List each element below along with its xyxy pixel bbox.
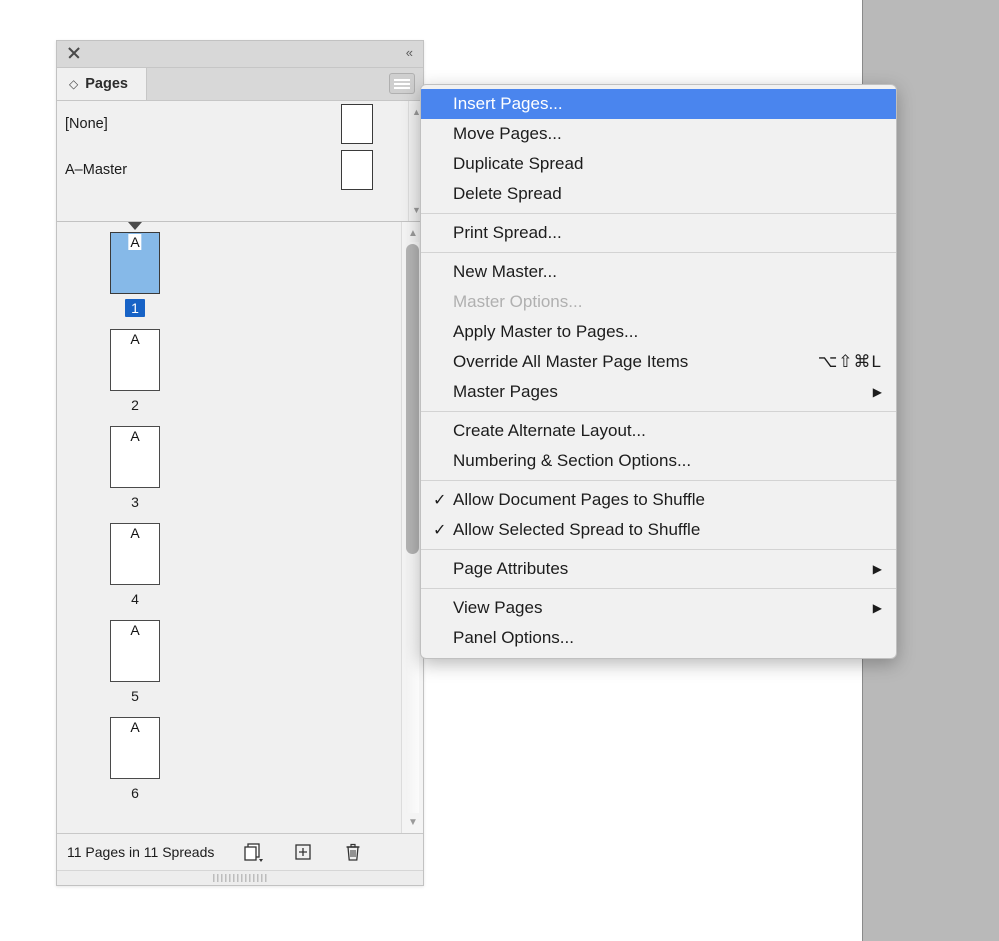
menu-separator <box>421 411 896 412</box>
edit-page-size-icon[interactable] <box>242 841 264 863</box>
page-item[interactable]: A 6 <box>85 717 185 802</box>
menu-item-label: Create Alternate Layout... <box>453 421 646 440</box>
page-item[interactable]: A 4 <box>85 523 185 608</box>
page-number: 5 <box>131 688 139 704</box>
page-item[interactable]: A 2 <box>85 329 185 414</box>
page-number: 6 <box>131 785 139 801</box>
panel-resize-grip[interactable] <box>57 870 423 885</box>
master-item-a-master[interactable]: A–Master <box>57 147 423 193</box>
menu-separator <box>421 549 896 550</box>
lozenge-icon: ◇ <box>69 77 79 91</box>
menu-item-shortcut: ⌥⇧⌘L <box>817 352 882 371</box>
menu-item[interactable]: Apply Master to Pages... <box>421 317 896 347</box>
menu-item-label: Override All Master Page Items <box>453 352 689 371</box>
page-item[interactable]: A 3 <box>85 426 185 511</box>
masters-list: [None] A–Master ▲ ▼ <box>57 101 423 222</box>
pages-panel: « ◇ Pages [None] A–Master ▲ ▼ A 1 A 2 A … <box>56 40 424 886</box>
scrollbar-thumb[interactable] <box>406 244 419 554</box>
menu-item[interactable]: ✓ Allow Selected Spread to Shuffle <box>421 515 896 545</box>
menu-separator <box>421 588 896 589</box>
master-thumbnail[interactable] <box>341 150 373 190</box>
menu-separator <box>421 252 896 253</box>
menu-separator <box>421 480 896 481</box>
master-item-none[interactable]: [None] <box>57 101 423 147</box>
menu-item-label: Duplicate Spread <box>453 154 584 173</box>
page-thumbnail[interactable]: A <box>110 232 160 294</box>
menu-item[interactable]: Move Pages... <box>421 119 896 149</box>
page-master-letter: A <box>128 719 142 735</box>
pages-list: A 1 A 2 A 3 A 4 A 5 A 6 <box>57 222 401 833</box>
menu-item[interactable]: Create Alternate Layout... <box>421 416 896 446</box>
menu-item[interactable]: ✓ Allow Document Pages to Shuffle <box>421 485 896 515</box>
submenu-arrow-icon: ▶ <box>872 601 882 615</box>
menu-item[interactable]: Delete Spread <box>421 179 896 209</box>
close-icon[interactable] <box>67 46 81 60</box>
menu-item[interactable]: Insert Pages... <box>421 89 896 119</box>
collapse-panel-icon[interactable]: « <box>403 45 415 61</box>
menu-item-label: Print Spread... <box>453 223 562 242</box>
page-item[interactable]: A 1 <box>85 222 185 317</box>
page-thumbnail[interactable]: A <box>110 717 160 779</box>
tab-pages[interactable]: ◇ Pages <box>57 68 147 100</box>
trash-icon[interactable] <box>342 841 364 863</box>
hamburger-icon[interactable] <box>389 73 415 94</box>
menu-item-label: Numbering & Section Options... <box>453 451 692 470</box>
menu-item-label: Allow Selected Spread to Shuffle <box>453 520 701 539</box>
page-master-letter: A <box>128 622 142 638</box>
page-thumbnail[interactable]: A <box>110 329 160 391</box>
pages-panel-context-menu: Insert Pages... Move Pages... Duplicate Sp… <box>420 84 897 659</box>
page-number: 4 <box>131 591 139 607</box>
check-icon: ✓ <box>433 492 447 509</box>
menu-item-label: Allow Document Pages to Shuffle <box>453 490 705 509</box>
page-number: 1 <box>125 299 145 317</box>
menu-item-label: New Master... <box>453 262 557 281</box>
pages-list-area: A 1 A 2 A 3 A 4 A 5 A 6 ▲ ▼ <box>57 222 423 833</box>
new-page-icon[interactable] <box>292 841 314 863</box>
master-name: A–Master <box>65 162 128 178</box>
menu-separator <box>421 213 896 214</box>
menu-item[interactable]: Override All Master Page Items ⌥⇧⌘L <box>421 347 896 377</box>
submenu-arrow-icon: ▶ <box>872 385 882 399</box>
master-thumbnail[interactable] <box>341 104 373 144</box>
check-icon: ✓ <box>433 522 447 539</box>
page-master-letter: A <box>128 525 142 541</box>
menu-item[interactable]: Master Pages ▶ <box>421 377 896 407</box>
selected-spread-marker-icon <box>128 222 142 230</box>
menu-item[interactable]: Duplicate Spread <box>421 149 896 179</box>
page-thumbnail[interactable]: A <box>110 620 160 682</box>
panel-tabstrip: ◇ Pages <box>57 68 423 101</box>
menu-item-label: Delete Spread <box>453 184 562 203</box>
page-count-label: 11 Pages in 11 Spreads <box>67 844 215 860</box>
page-item[interactable]: A 5 <box>85 620 185 705</box>
scroll-down-icon[interactable]: ▼ <box>402 815 423 829</box>
menu-item-label: Move Pages... <box>453 124 562 143</box>
page-thumbnail[interactable]: A <box>110 523 160 585</box>
menu-item-label: Panel Options... <box>453 628 574 647</box>
menu-item[interactable]: Numbering & Section Options... <box>421 446 896 476</box>
master-name: [None] <box>65 116 108 132</box>
menu-item-label: Master Pages <box>453 382 558 401</box>
menu-item[interactable]: Panel Options... <box>421 623 896 653</box>
tab-pages-label: Pages <box>85 76 128 92</box>
menu-item-label: Master Options... <box>453 292 583 311</box>
menu-item-label: Insert Pages... <box>453 94 563 113</box>
menu-item: Master Options... <box>421 287 896 317</box>
menu-item[interactable]: Print Spread... <box>421 218 896 248</box>
menu-item[interactable]: View Pages ▶ <box>421 593 896 623</box>
menu-item[interactable]: New Master... <box>421 257 896 287</box>
menu-item-label: Page Attributes <box>453 559 569 578</box>
page-number: 3 <box>131 494 139 510</box>
page-master-letter: A <box>128 331 142 347</box>
menu-item[interactable]: Page Attributes ▶ <box>421 554 896 584</box>
page-master-letter: A <box>128 428 142 444</box>
menu-item-label: View Pages <box>453 598 543 617</box>
page-master-letter: A <box>128 234 142 250</box>
page-thumbnail[interactable]: A <box>110 426 160 488</box>
menu-item-label: Apply Master to Pages... <box>453 322 639 341</box>
submenu-arrow-icon: ▶ <box>872 562 882 576</box>
panel-footer: 11 Pages in 11 Spreads <box>57 833 423 870</box>
page-number: 2 <box>131 397 139 413</box>
panel-titlebar: « <box>57 41 423 68</box>
